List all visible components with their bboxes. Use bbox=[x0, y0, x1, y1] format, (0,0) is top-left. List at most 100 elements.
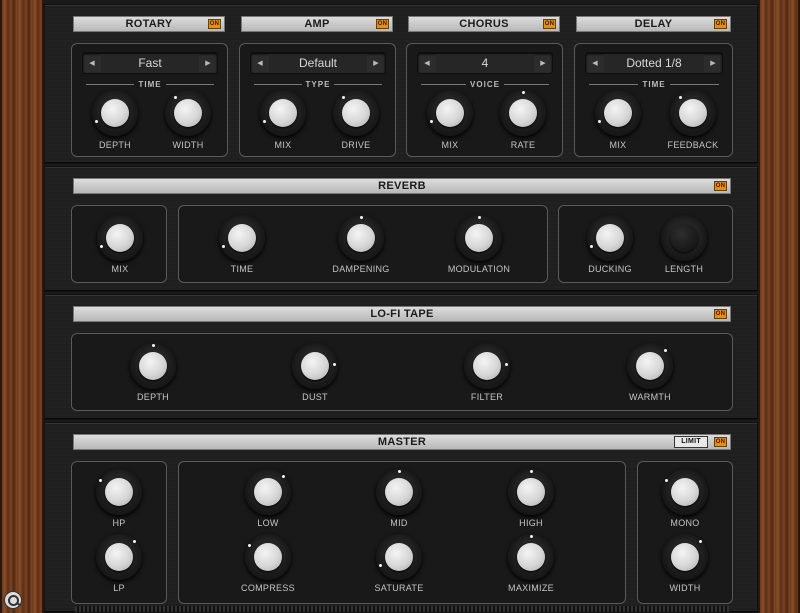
master-mid-knob[interactable] bbox=[376, 469, 422, 515]
lofi-dust-label: DUST bbox=[302, 392, 328, 402]
chorus-rate-label: RATE bbox=[510, 140, 536, 150]
reverb-dampening-knob[interactable] bbox=[338, 215, 384, 261]
master-mono-knob[interactable] bbox=[662, 469, 708, 515]
amp-prev-arrow-icon[interactable]: ◀ bbox=[251, 59, 269, 67]
delay-selector[interactable]: ◀ Dotted 1/8 ▶ bbox=[585, 52, 723, 74]
rotary-group-label: TIME bbox=[82, 80, 218, 89]
master-on-button[interactable]: ON bbox=[714, 437, 727, 447]
lofi-on-button[interactable]: ON bbox=[714, 309, 727, 319]
master-low-label: LOW bbox=[257, 518, 279, 528]
chorus-on-button[interactable]: ON bbox=[543, 19, 556, 29]
chorus-rate-knob[interactable] bbox=[500, 90, 546, 136]
magnifier-icon[interactable] bbox=[4, 591, 22, 609]
rotary-title-bar: ROTARY ON bbox=[73, 16, 225, 32]
chorus-mix-knob[interactable] bbox=[427, 90, 473, 136]
delay-feedback-knob[interactable] bbox=[670, 90, 716, 136]
reverb-ducking-knob[interactable] bbox=[587, 215, 633, 261]
reverb-time-knob[interactable] bbox=[219, 215, 265, 261]
amp-title-bar: AMP ON bbox=[241, 16, 393, 32]
fx-row-section: ROTARY ON ◀ Fast ▶ TIME DEPTH WIDTH AMP … bbox=[44, 4, 758, 164]
chorus-selector-value: 4 bbox=[436, 54, 534, 72]
lofi-tape-section: LO-FI TAPE ON DEPTH DUST FILTER WARMTH bbox=[44, 294, 758, 420]
amp-drive-knob[interactable] bbox=[333, 90, 379, 136]
lofi-warmth-label: WARMTH bbox=[629, 392, 671, 402]
reverb-modulation-knob[interactable] bbox=[456, 215, 502, 261]
lofi-depth-label: DEPTH bbox=[136, 392, 169, 402]
master-compress-knob[interactable] bbox=[245, 534, 291, 580]
lofi-title: LO-FI TAPE bbox=[370, 308, 434, 320]
effects-rack: ROTARY ON ◀ Fast ▶ TIME DEPTH WIDTH AMP … bbox=[44, 0, 758, 613]
reverb-length-knob[interactable] bbox=[661, 215, 707, 261]
chorus-selector[interactable]: ◀ 4 ▶ bbox=[417, 52, 553, 74]
master-dynamics-panel: LOW MID HIGH COMPRESS SATURATE MAXIMIZE bbox=[178, 461, 626, 604]
master-width-knob[interactable] bbox=[662, 534, 708, 580]
reverb-title: REVERB bbox=[378, 180, 426, 192]
delay-next-arrow-icon[interactable]: ▶ bbox=[704, 59, 722, 67]
lofi-warmth-knob[interactable] bbox=[627, 343, 673, 389]
reverb-length-label: LENGTH bbox=[664, 264, 704, 274]
reverb-modulation-label: MODULATION bbox=[447, 264, 511, 274]
lofi-panel: DEPTH DUST FILTER WARMTH bbox=[71, 333, 733, 411]
amp-selector-value: Default bbox=[269, 54, 367, 72]
reverb-dampening-label: DAMPENING bbox=[332, 264, 390, 274]
rotary-selector[interactable]: ◀ Fast ▶ bbox=[82, 52, 218, 74]
rotary-selector-value: Fast bbox=[101, 54, 199, 72]
chorus-next-arrow-icon[interactable]: ▶ bbox=[534, 59, 552, 67]
lofi-filter-knob[interactable] bbox=[464, 343, 510, 389]
master-saturate-label: SATURATE bbox=[374, 583, 424, 593]
rotary-next-arrow-icon[interactable]: ▶ bbox=[199, 59, 217, 67]
bottom-vent-grille bbox=[75, 606, 729, 612]
amp-next-arrow-icon[interactable]: ▶ bbox=[367, 59, 385, 67]
amp-selector[interactable]: ◀ Default ▶ bbox=[250, 52, 386, 74]
lofi-dust-knob[interactable] bbox=[292, 343, 338, 389]
reverb-section: REVERB ON MIX TIME DAMPENING MODULATION … bbox=[44, 166, 758, 292]
amp-mix-knob[interactable] bbox=[260, 90, 306, 136]
chorus-prev-arrow-icon[interactable]: ◀ bbox=[418, 59, 436, 67]
delay-group-label: TIME bbox=[585, 80, 723, 89]
wood-side-panel-left bbox=[0, 0, 44, 613]
master-mono-label: MONO bbox=[670, 518, 700, 528]
lofi-filter-label: FILTER bbox=[470, 392, 504, 402]
amp-drive-label: DRIVE bbox=[341, 140, 371, 150]
master-compress-label: COMPRESS bbox=[241, 583, 295, 593]
reverb-time-label: TIME bbox=[230, 264, 254, 274]
master-title: MASTER bbox=[377, 436, 427, 448]
rotary-width-label: WIDTH bbox=[172, 140, 204, 150]
rotary-prev-arrow-icon[interactable]: ◀ bbox=[83, 59, 101, 67]
reverb-on-button[interactable]: ON bbox=[714, 181, 727, 191]
master-lp-knob[interactable] bbox=[96, 534, 142, 580]
rotary-title: ROTARY bbox=[125, 18, 173, 30]
reverb-title-bar: REVERB ON bbox=[73, 178, 731, 194]
delay-title-bar: DELAY ON bbox=[576, 16, 731, 32]
delay-panel: ◀ Dotted 1/8 ▶ TIME MIX FEEDBACK bbox=[574, 43, 733, 157]
master-low-knob[interactable] bbox=[245, 469, 291, 515]
amp-group-label: TYPE bbox=[250, 80, 386, 89]
master-maximize-knob[interactable] bbox=[508, 534, 554, 580]
master-lp-label: LP bbox=[113, 583, 125, 593]
reverb-mix-knob[interactable] bbox=[97, 215, 143, 261]
delay-selector-value: Dotted 1/8 bbox=[604, 54, 704, 72]
master-width-label: WIDTH bbox=[669, 583, 701, 593]
rotary-on-button[interactable]: ON bbox=[208, 19, 221, 29]
wood-side-panel-right bbox=[758, 0, 800, 613]
rotary-width-knob[interactable] bbox=[165, 90, 211, 136]
master-hp-knob[interactable] bbox=[96, 469, 142, 515]
lofi-depth-knob[interactable] bbox=[130, 343, 176, 389]
amp-on-button[interactable]: ON bbox=[376, 19, 389, 29]
reverb-mix-panel: MIX bbox=[71, 205, 167, 283]
delay-feedback-label: FEEDBACK bbox=[667, 140, 719, 150]
chorus-title-bar: CHORUS ON bbox=[408, 16, 560, 32]
master-limit-button[interactable]: LIMIT bbox=[674, 436, 708, 448]
delay-prev-arrow-icon[interactable]: ◀ bbox=[586, 59, 604, 67]
lofi-title-bar: LO-FI TAPE ON bbox=[73, 306, 731, 322]
rotary-depth-knob[interactable] bbox=[92, 90, 138, 136]
master-hp-label: HP bbox=[112, 518, 126, 528]
master-saturate-knob[interactable] bbox=[376, 534, 422, 580]
master-high-knob[interactable] bbox=[508, 469, 554, 515]
delay-on-button[interactable]: ON bbox=[714, 19, 727, 29]
master-high-label: HIGH bbox=[519, 518, 543, 528]
delay-title: DELAY bbox=[634, 18, 673, 30]
master-title-bar: MASTER LIMIT ON bbox=[73, 434, 731, 450]
master-filter-panel: HP LP bbox=[71, 461, 167, 604]
delay-mix-knob[interactable] bbox=[595, 90, 641, 136]
